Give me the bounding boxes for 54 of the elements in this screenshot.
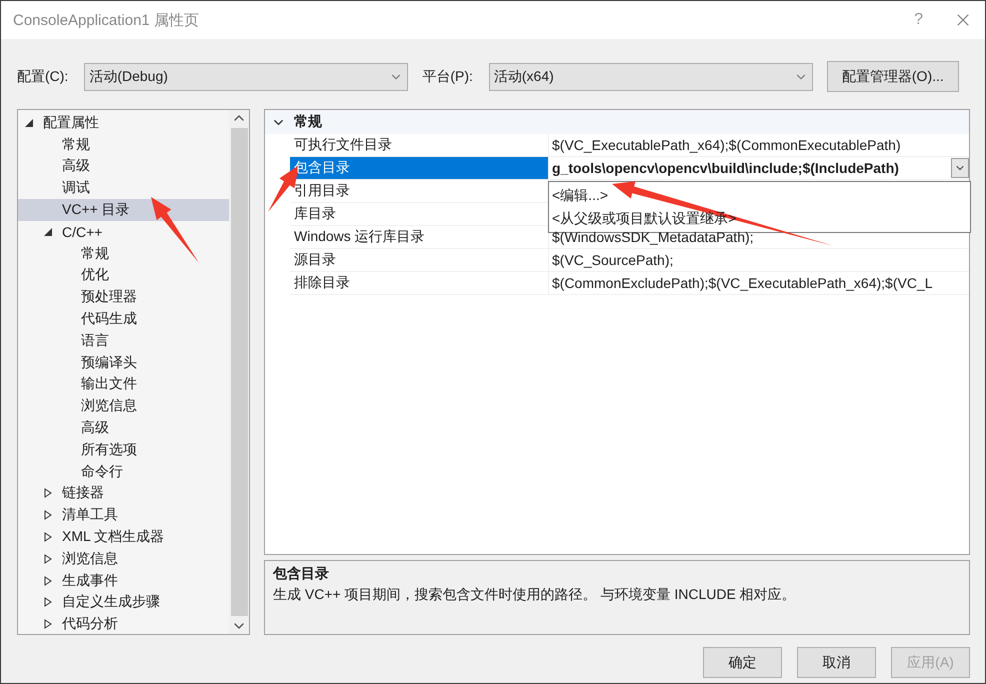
dialog-button[interactable]: 取消 xyxy=(797,647,876,678)
tree-item[interactable]: 高级 xyxy=(18,417,229,439)
config-manager-button[interactable]: 配置管理器(O)... xyxy=(826,61,959,92)
collapsed-icon[interactable] xyxy=(43,576,53,586)
platform-dropdown[interactable]: 活动(x64) xyxy=(488,62,813,90)
config-dropdown[interactable]: 活动(Debug) xyxy=(84,62,408,90)
config-label: 配置(C): xyxy=(17,68,68,86)
tree-item[interactable]: 输出文件 xyxy=(18,374,229,396)
tree-item[interactable]: C/C++ xyxy=(18,220,229,243)
tree-item[interactable]: 浏览信息 xyxy=(18,548,229,570)
section-header[interactable]: 常规 xyxy=(265,110,969,134)
property-name[interactable]: 包含目录 xyxy=(290,157,549,179)
expanded-icon[interactable] xyxy=(43,226,53,237)
platform-label: 平台(P): xyxy=(422,68,473,86)
tree-item[interactable]: 常规 xyxy=(18,242,229,265)
annotation-arrow xyxy=(151,197,199,263)
description-title: 包含目录 xyxy=(273,565,330,583)
property-value: g_tools\opencv\opencv\build\include;$(IncludePath) xyxy=(552,160,899,176)
collapsed-icon[interactable] xyxy=(43,510,53,520)
tree-item[interactable]: 生成事件 xyxy=(18,570,229,592)
collapsed-icon[interactable] xyxy=(43,532,53,542)
tree-item[interactable]: 代码生成 xyxy=(18,308,229,330)
window-title: ConsoleApplication1 属性页 xyxy=(13,10,200,30)
tree-item[interactable]: 语言 xyxy=(18,330,229,352)
property-value: $(VC_SourcePath); xyxy=(552,252,674,268)
tree-item[interactable]: 自定义生成步骤 xyxy=(18,592,229,614)
tree-item[interactable]: 浏览信息 xyxy=(18,395,229,418)
tree-item[interactable]: VC++ 目录 xyxy=(18,199,229,221)
expanded-icon[interactable] xyxy=(24,118,34,128)
dialog-button[interactable]: 确定 xyxy=(703,647,782,678)
tree-item[interactable]: 预处理器 xyxy=(18,286,229,308)
tree-item[interactable]: 调试 xyxy=(18,177,229,200)
tree-item[interactable]: 代码分析 xyxy=(18,613,229,634)
description-text: 生成 VC++ 项目期间，搜索包含文件时使用的路径。 与环境变量 INCLUDE 相对应。 xyxy=(273,586,797,604)
tree-item[interactable]: 所有选项 xyxy=(18,438,229,461)
tree-item[interactable]: XML 文档生成器 xyxy=(18,526,229,548)
scrollbar[interactable] xyxy=(229,110,249,634)
dropdown-button[interactable] xyxy=(951,158,969,178)
tree-item[interactable]: 清单工具 xyxy=(18,504,229,526)
collapsed-icon[interactable] xyxy=(43,488,53,498)
property-value: $(WindowsSDK_MetadataPath); xyxy=(552,229,754,245)
tree-item[interactable]: 常规 xyxy=(18,134,229,156)
tree-item[interactable]: 链接器 xyxy=(18,482,229,504)
tree-item[interactable]: 命令行 xyxy=(18,460,229,483)
property-value: $(CommonExcludePath);$(VC_ExecutablePath_x64);$(VC_L xyxy=(552,275,933,291)
collapsed-icon[interactable] xyxy=(43,554,53,564)
tree-item[interactable]: 配置属性 xyxy=(18,112,229,134)
tree-item[interactable]: 预编译头 xyxy=(18,352,229,374)
collapsed-icon[interactable] xyxy=(43,619,53,630)
property-value: $(VC_ExecutablePath_x64);$(CommonExecutablePath) xyxy=(552,137,901,153)
tree-item[interactable]: 高级 xyxy=(18,156,229,178)
menu-option[interactable]: <编辑...> xyxy=(552,186,608,204)
tree-item[interactable]: 优化 xyxy=(18,264,229,286)
collapsed-icon[interactable] xyxy=(43,597,53,608)
